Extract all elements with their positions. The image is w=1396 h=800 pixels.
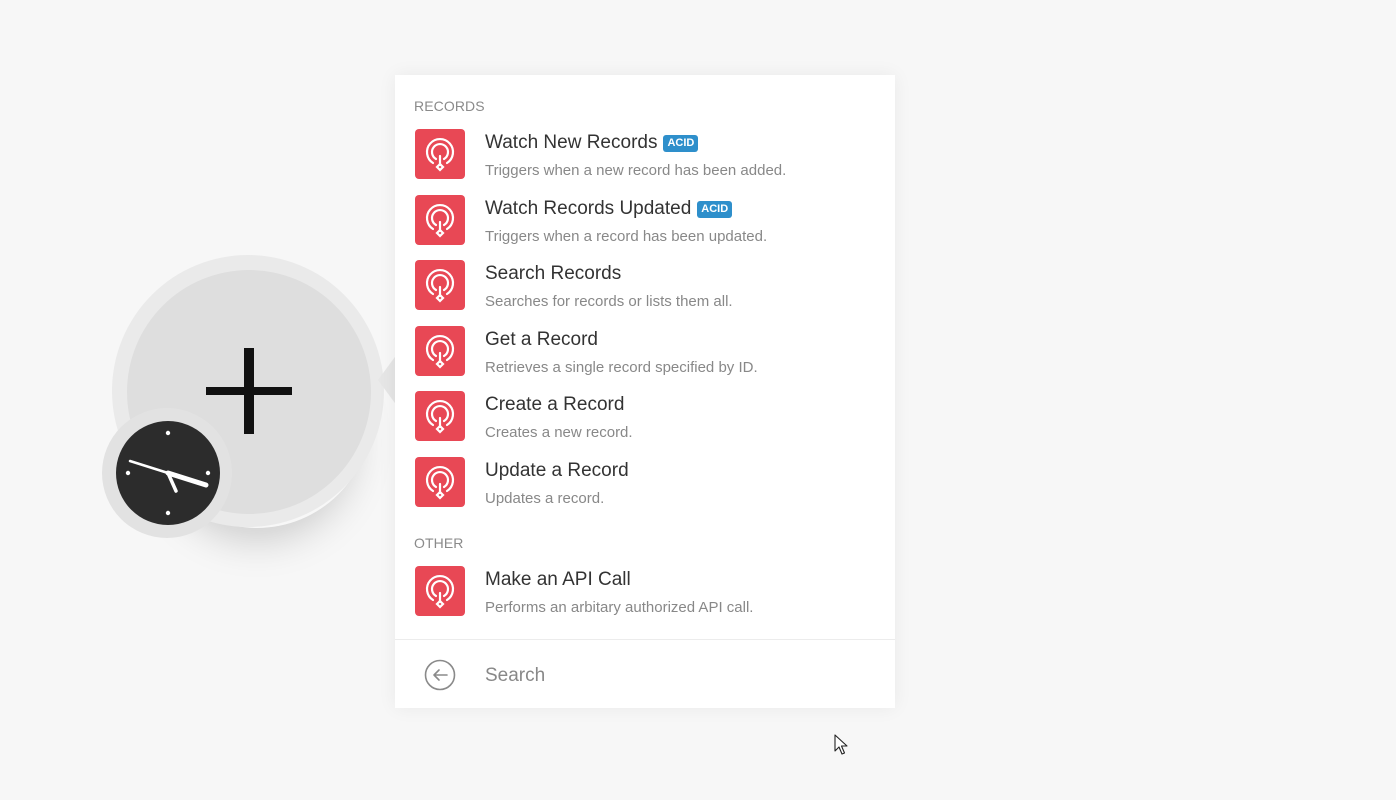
action-description: Retrieves a single record specified by I… xyxy=(485,359,758,376)
action-update-a-record[interactable]: Update a Record Updates a record. xyxy=(415,457,885,509)
action-title: Make an API Call xyxy=(485,569,631,590)
action-description: Triggers when a record has been updated. xyxy=(485,228,768,245)
app-logo-icon xyxy=(415,566,465,616)
mouse-cursor-icon xyxy=(834,734,848,756)
action-title: Search Records xyxy=(485,263,622,284)
action-description: Searches for records or lists them all. xyxy=(485,293,733,310)
module-picker-panel: RECORDS Watch New Records ACID Triggers … xyxy=(395,75,895,708)
action-watch-records-updated[interactable]: Watch Records Updated ACID Triggers when… xyxy=(415,195,885,247)
app-logo-icon xyxy=(415,326,465,376)
scenario-canvas: RECORDS Watch New Records ACID Triggers … xyxy=(0,0,1396,800)
back-arrow-icon[interactable] xyxy=(424,659,456,691)
action-search-records[interactable]: Search Records Searches for records or l… xyxy=(415,260,885,312)
action-title: Get a Record xyxy=(485,329,598,350)
action-description: Performs an arbitary authorized API call… xyxy=(485,599,754,616)
acid-badge: ACID xyxy=(663,135,699,152)
app-logo-icon xyxy=(415,195,465,245)
section-label-other: OTHER xyxy=(414,535,464,551)
action-create-a-record[interactable]: Create a Record Creates a new record. xyxy=(415,391,885,443)
app-logo-icon xyxy=(415,391,465,441)
section-label-records: RECORDS xyxy=(414,98,485,114)
search-input[interactable] xyxy=(483,660,867,692)
app-logo-icon xyxy=(415,129,465,179)
clock-icon[interactable] xyxy=(116,421,220,525)
search-bar xyxy=(395,639,895,709)
action-make-an-api-call[interactable]: Make an API Call Performs an arbitary au… xyxy=(415,566,885,618)
action-description: Creates a new record. xyxy=(485,424,633,441)
action-description: Updates a record. xyxy=(485,490,605,507)
app-logo-icon xyxy=(415,457,465,507)
action-title: Create a Record xyxy=(485,394,625,415)
app-logo-icon xyxy=(415,260,465,310)
action-description: Triggers when a new record has been adde… xyxy=(485,162,787,179)
action-get-a-record[interactable]: Get a Record Retrieves a single record s… xyxy=(415,326,885,378)
action-title: Watch Records Updated xyxy=(485,198,692,219)
action-title: Update a Record xyxy=(485,460,629,481)
action-watch-new-records[interactable]: Watch New Records ACID Triggers when a n… xyxy=(415,129,885,181)
action-title: Watch New Records xyxy=(485,132,658,153)
acid-badge: ACID xyxy=(697,201,733,218)
